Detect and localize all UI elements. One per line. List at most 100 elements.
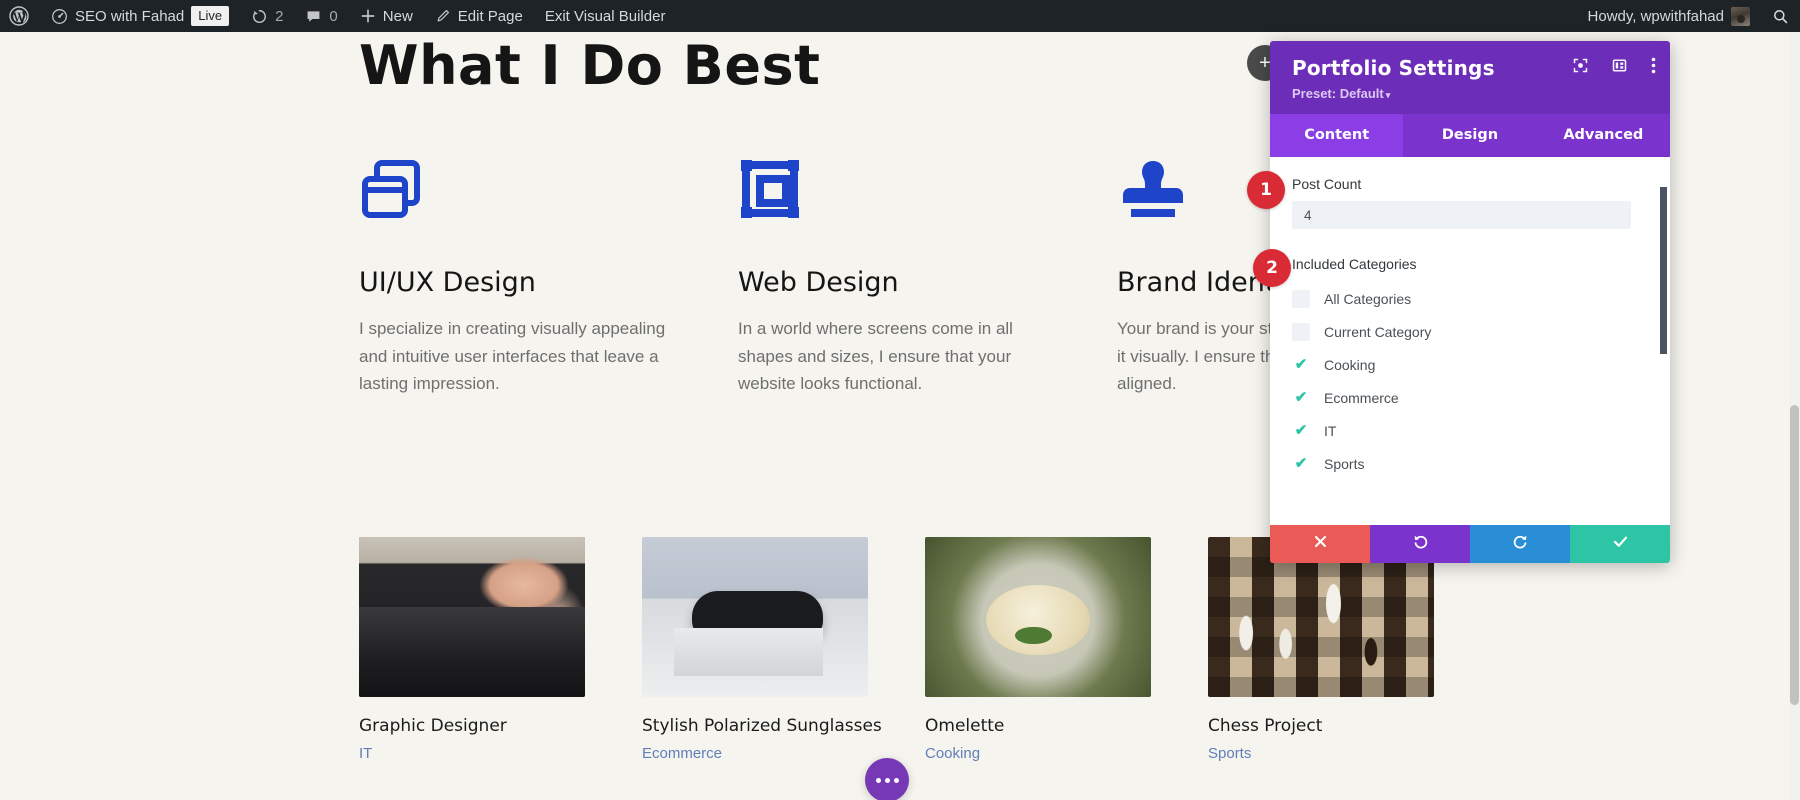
cancel-button[interactable] [1270,525,1370,563]
tab-design[interactable]: Design [1403,114,1536,157]
checkbox-ecommerce[interactable]: ✔ [1292,389,1310,407]
category-label: All Categories [1324,290,1412,307]
save-button[interactable] [1570,525,1670,563]
search-icon [1772,8,1789,25]
account-menu[interactable]: Howdy, wpwithfahad [1577,0,1761,32]
category-label: Sports [1324,455,1365,472]
site-name-label: SEO with Fahad [75,7,185,25]
modal-header: Portfolio Settings Preset: Default ▾ [1270,41,1670,114]
service-title: Web Design [738,267,899,298]
updates-count: 2 [275,7,284,25]
dot [893,777,899,783]
modal-header-icons [1573,57,1656,74]
edit-page-label: Edit Page [457,7,523,25]
live-badge: Live [191,5,230,27]
portfolio-title[interactable]: Graphic Designer [359,716,585,736]
comment-bubble-icon [305,8,322,25]
category-checkbox-list: All Categories Current Category ✔ Cookin… [1292,282,1648,480]
ellipsis-icon[interactable] [865,758,909,800]
user-avatar [1731,6,1750,26]
service-description: I specialize in creating visually appeal… [359,319,666,394]
category-label: Current Category [1324,323,1432,340]
checkmark-icon [1612,533,1629,555]
portfolio-category[interactable]: Ecommerce [642,745,868,762]
page-title: What I Do Best [359,34,821,97]
portfolio-item[interactable]: Chess Project Sports [1208,537,1434,762]
portfolio-category[interactable]: Cooking [925,745,1151,762]
wordpress-logo-icon[interactable] [0,0,40,32]
search-button[interactable] [1761,0,1800,32]
crop-frame-icon [738,157,1117,229]
post-count-label: Post Count [1292,176,1362,192]
redo-button[interactable] [1470,525,1570,563]
redo-arrow-icon [1512,533,1529,555]
portfolio-title[interactable]: Stylish Polarized Sunglasses [642,716,882,736]
exit-visual-builder-link[interactable]: Exit Visual Builder [534,0,677,32]
edit-page-link[interactable]: Edit Page [424,0,534,32]
post-count-field: Post Count 4 [1292,176,1648,229]
portfolio-item[interactable]: Stylish Polarized Sunglasses Ecommerce [642,537,882,762]
exit-visual-builder-label: Exit Visual Builder [544,7,666,25]
modal-body: Post Count 4 Included Categories All Cat… [1270,157,1670,525]
page-scrollbar-thumb[interactable] [1790,405,1799,705]
chevron-down-icon: ▾ [1385,90,1391,100]
portfolio-item[interactable]: Omelette Cooking [925,537,1151,762]
category-row-cooking[interactable]: ✔ Cooking [1292,348,1648,381]
checkbox-cooking[interactable]: ✔ [1292,356,1310,374]
modal-footer [1270,525,1670,563]
plus-icon [360,8,376,24]
wp-admin-bar: SEO with Fahad Live 2 0 New Edit Page Ex… [0,0,1800,32]
post-count-input[interactable]: 4 [1292,201,1631,229]
close-x-icon [1313,534,1328,554]
service-card-webdesign[interactable]: Web Design In a world where screens come… [738,157,1117,398]
portfolio-item[interactable]: Graphic Designer IT [359,537,585,762]
pencil-icon [435,8,451,24]
updates-menu[interactable]: 2 [240,0,294,32]
service-description: In a world where screens come in all sha… [738,319,1013,394]
undo-arrow-icon [1412,533,1429,555]
focus-target-icon[interactable] [1573,58,1588,73]
checkbox-sports[interactable]: ✔ [1292,455,1310,473]
modal-tabs: Content Design Advanced [1270,114,1670,157]
more-vertical-icon[interactable] [1651,57,1656,74]
site-name-menu[interactable]: SEO with Fahad Live [40,0,240,32]
tab-advanced[interactable]: Advanced [1537,114,1670,157]
comments-count: 0 [329,7,338,25]
sunglasses-photo[interactable] [642,537,868,697]
modal-scrollbar-thumb[interactable] [1660,187,1667,354]
new-content-menu[interactable]: New [349,0,424,32]
category-row-sports[interactable]: ✔ Sports [1292,447,1648,480]
checkbox-all-categories[interactable] [1292,289,1310,308]
annotation-badge-2: 2 [1253,249,1291,287]
portfolio-category[interactable]: Sports [1208,745,1434,762]
overlapping-windows-icon [359,157,738,229]
category-row-current-category[interactable]: Current Category [1292,315,1648,348]
category-row-it[interactable]: ✔ IT [1292,414,1648,447]
undo-button[interactable] [1370,525,1470,563]
laptop-hands-photo[interactable] [359,537,585,697]
layout-columns-icon[interactable] [1612,58,1627,73]
checkbox-current-category[interactable] [1292,322,1310,341]
checkbox-it[interactable]: ✔ [1292,422,1310,440]
included-categories-label: Included Categories [1292,256,1417,272]
checkmark-icon: ✔ [1294,356,1308,373]
category-row-ecommerce[interactable]: ✔ Ecommerce [1292,381,1648,414]
preset-selector[interactable]: Preset: Default ▾ [1292,86,1652,101]
dot [884,777,890,783]
category-label: IT [1324,422,1337,439]
dot [875,777,881,783]
portfolio-title[interactable]: Chess Project [1208,716,1434,736]
portfolio-grid: Graphic Designer IT Stylish Polarized Su… [359,537,1459,762]
portfolio-title[interactable]: Omelette [925,716,1151,736]
checkmark-icon: ✔ [1294,389,1308,406]
service-card-uiux[interactable]: UI/UX Design I specialize in creating vi… [359,157,738,398]
dashboard-speedometer-icon [51,8,68,25]
updates-refresh-icon [251,8,268,25]
comments-menu[interactable]: 0 [294,0,348,32]
checkmark-icon: ✔ [1294,455,1308,472]
howdy-label: Howdy, wpwithfahad [1587,7,1724,25]
tab-content[interactable]: Content [1270,114,1404,157]
omelette-plate-photo[interactable] [925,537,1151,697]
portfolio-category[interactable]: IT [359,745,585,762]
category-row-all-categories[interactable]: All Categories [1292,282,1648,315]
